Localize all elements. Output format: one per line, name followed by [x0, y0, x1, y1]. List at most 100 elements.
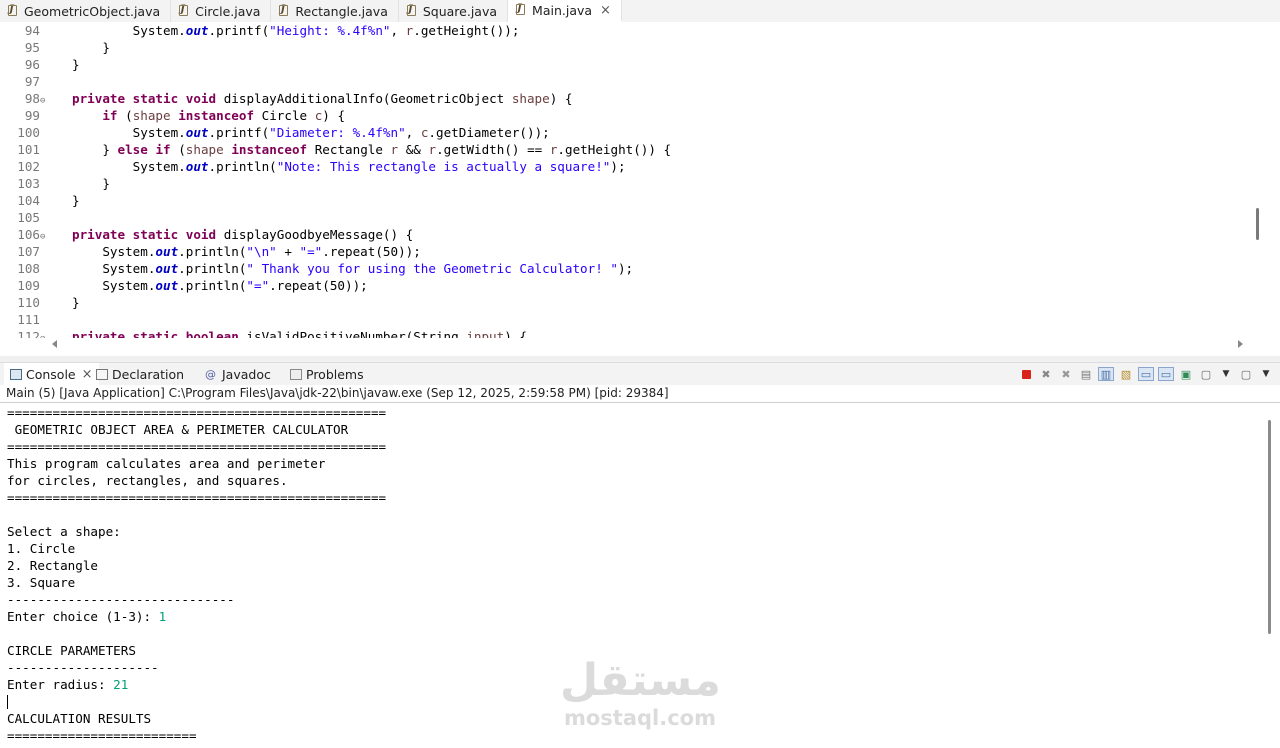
line-number: 104 [17, 193, 40, 208]
remove-all-terminated-icon[interactable]: ✖ [1058, 367, 1074, 381]
declaration-icon [96, 368, 108, 380]
line-number: 111 [17, 312, 40, 327]
display-console-icon[interactable]: ▢ [1198, 367, 1214, 381]
tab-label: Console [26, 366, 76, 382]
pin-console-icon[interactable]: ▣ [1178, 367, 1194, 381]
horizontal-scrollbar[interactable] [48, 340, 1248, 352]
code-line: 98⊖ private static void displayAdditional… [0, 90, 573, 107]
chevron-down-icon[interactable]: ▼ [1258, 367, 1274, 381]
line-number: 102 [17, 159, 40, 174]
code-line: 102 System.out.println("Note: This recta… [0, 158, 625, 175]
tab-label: Rectangle.java [295, 3, 388, 19]
javadoc-at-icon: @ [205, 367, 216, 381]
line-number: 108 [17, 261, 40, 276]
java-file-icon [8, 4, 18, 17]
user-input: 1 [158, 609, 167, 624]
code-line: 111 [0, 311, 72, 328]
code-line: 95 } [0, 39, 110, 56]
console-line: ========================================… [7, 439, 387, 454]
tab-javadoc[interactable]: @ Javadoc [205, 363, 271, 385]
scroll-left-icon[interactable] [52, 340, 57, 348]
problems-icon [290, 368, 302, 380]
console-line: 1. Circle [7, 541, 76, 556]
tab-label: Circle.java [195, 3, 261, 19]
line-number: 105 [17, 210, 40, 225]
line-number: 101 [17, 142, 40, 157]
tab-rectangle-java[interactable]: Rectangle.java [271, 0, 399, 22]
code-line: 99 if (shape instanceof Circle c) { [0, 107, 345, 124]
tab-label: Problems [306, 366, 364, 382]
line-number: 99 [24, 108, 40, 123]
tab-label: Declaration [112, 366, 185, 382]
line-number: 98 [24, 91, 40, 106]
console-line: Enter choice (1-3): 1 [7, 608, 166, 625]
console-line: CALCULATION RESULTS [7, 711, 152, 726]
tab-main-java[interactable]: Main.java × [508, 0, 622, 22]
console-line: ========================= [7, 728, 197, 743]
user-input: 21 [113, 677, 129, 692]
line-number: 95 [24, 40, 40, 55]
code-line: 101 } else if (shape instanceof Rectangl… [0, 141, 671, 158]
show-on-stdout-icon[interactable]: ▭ [1138, 367, 1154, 381]
remove-launch-icon[interactable]: ✖ [1038, 367, 1054, 381]
line-number: 94 [24, 23, 40, 38]
tab-geometricobject-java[interactable]: GeometricObject.java [0, 0, 172, 22]
tab-declaration[interactable]: Declaration [96, 363, 184, 385]
code-area[interactable]: 94 System.out.printf("Height: %.4f%n", r… [0, 22, 1250, 338]
line-number: 106 [17, 227, 40, 242]
word-wrap-icon[interactable]: ▧ [1118, 367, 1134, 381]
open-console-icon[interactable]: ▢ [1238, 367, 1254, 381]
line-number: 109 [17, 278, 40, 293]
tab-label: Javadoc [222, 366, 271, 382]
scroll-lock-icon[interactable]: ▥ [1098, 367, 1114, 381]
console-line: ========================================… [7, 405, 387, 420]
show-on-stderr-icon[interactable]: ▭ [1158, 367, 1174, 381]
line-number: 107 [17, 244, 40, 259]
code-line: 106⊖ private static void displayGoodbyeMe… [0, 226, 413, 243]
tab-circle-java[interactable]: Circle.java [171, 0, 272, 22]
chevron-down-icon[interactable]: ▼ [1218, 367, 1234, 381]
code-line: 104 } [0, 192, 79, 209]
console-line: 3. Square [7, 575, 76, 590]
fold-collapse-icon[interactable]: ⊖ [40, 331, 48, 338]
code-line: 107 System.out.println("\n" + "=".repeat… [0, 243, 421, 260]
tab-label: GeometricObject.java [24, 3, 161, 19]
console-line: -------------------- [7, 660, 159, 675]
code-line: 110 } [0, 294, 79, 311]
tab-console[interactable]: Console × [4, 363, 99, 385]
terminate-icon[interactable] [1018, 367, 1034, 381]
code-line: 103 } [0, 175, 110, 192]
java-file-icon [179, 4, 189, 17]
scroll-right-icon[interactable] [1238, 340, 1243, 348]
line-number: 103 [17, 176, 40, 191]
console-output[interactable]: ========================================… [0, 404, 1264, 748]
tab-problems[interactable]: Problems [290, 363, 364, 385]
clear-console-icon[interactable]: ▤ [1078, 367, 1094, 381]
code-line: 108 System.out.println(" Thank you for u… [0, 260, 633, 277]
console-scrollbar-thumb[interactable] [1268, 420, 1271, 634]
tab-square-java[interactable]: Square.java [399, 0, 509, 22]
prompt-text: Enter choice (1-3): [7, 609, 159, 624]
console-line: This program calculates area and perimet… [7, 456, 326, 471]
editor-tab-bar: GeometricObject.java Circle.java Rectang… [0, 0, 1280, 23]
close-tab-icon[interactable]: × [82, 367, 93, 382]
code-line: 105 [0, 209, 72, 226]
tab-label: Main.java [532, 2, 593, 18]
java-file-icon [279, 4, 289, 17]
prompt-text: Enter radius: [7, 677, 114, 692]
bottom-panel-tab-bar: Console × Declaration @ Javadoc Problems… [0, 362, 1280, 385]
console-line: ========================================… [7, 490, 387, 505]
vertical-scrollbar-thumb[interactable] [1256, 208, 1259, 240]
console-line: for circles, rectangles, and squares. [7, 473, 288, 488]
console-icon [10, 368, 22, 380]
code-editor[interactable]: 94 System.out.printf("Height: %.4f%n", r… [0, 22, 1280, 356]
line-number: 96 [24, 57, 40, 72]
console-line: Enter radius: 21 [7, 676, 128, 693]
process-description: Main (5) [Java Application] C:\Program F… [0, 384, 1280, 403]
code-line: 96 } [0, 56, 80, 73]
close-tab-icon[interactable]: × [600, 3, 611, 18]
code-line: 100 System.out.printf("Diameter: %.4f%n"… [0, 124, 550, 141]
tab-label: Square.java [422, 3, 498, 19]
console-line: 2. Rectangle [7, 558, 98, 573]
code-line: 97 [0, 73, 72, 90]
